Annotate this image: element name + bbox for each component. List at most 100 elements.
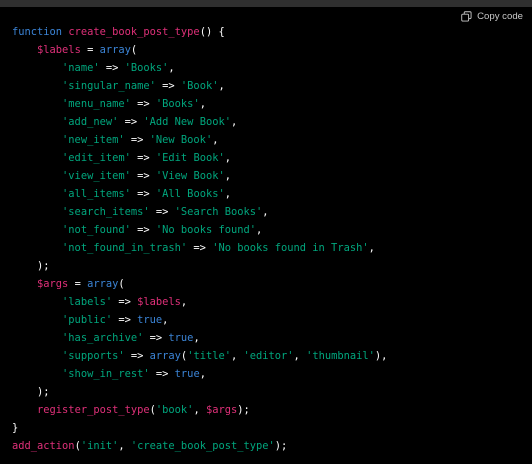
copy-code-label: Copy code [477,11,523,22]
code-line: 'edit_item' => 'Edit Book', [12,149,387,167]
code-token: , [199,98,206,110]
code-token: => [130,152,156,164]
code-line: 'has_archive' => true, [12,329,387,347]
code-token: 'show_in_rest' [62,368,150,380]
code-token: 'Books' [155,98,200,110]
code-block: Copy code function create_book_post_type… [0,0,532,464]
code-line: ); [12,257,387,275]
copy-code-button[interactable]: Copy code [461,11,523,22]
code-token: => [124,350,150,362]
code-token: 'Edit Book' [155,152,225,164]
code-token: 'editor' [243,350,294,362]
code-token: ), [374,350,388,362]
code-token: array [87,278,119,290]
code-token: 'not_found_in_trash' [62,242,188,254]
code-token: , [293,350,307,362]
code-token: , [368,242,375,254]
code-token: 'view_item' [62,170,131,182]
code-token: , [224,170,231,182]
code-token: 'name' [62,62,100,74]
code-token: ( [118,278,125,290]
code-token: => [130,224,156,236]
code-line: 'name' => 'Books', [12,59,387,77]
code-token: , [230,350,244,362]
code-token: => [124,134,150,146]
code-token: => [130,170,156,182]
code-content: function create_book_post_type() { $labe… [12,23,387,455]
code-token: 'Search Books' [174,206,263,218]
code-line: register_post_type('book', $args); [12,401,387,419]
code-token: $args [205,404,238,416]
code-token: 'add_new' [62,116,119,128]
code-token: => [187,242,213,254]
code-token: () { [199,26,225,38]
code-token: array [149,350,181,362]
code-token: register_post_type [37,404,150,416]
code-token: => [112,296,138,308]
code-token: => [143,332,169,344]
code-token: 'singular_name' [62,80,156,92]
code-token: add_action [12,440,75,452]
code-line: 'not_found' => 'No books found', [12,221,387,239]
code-token: , [230,116,238,128]
code-token: 'Add New Book' [143,116,231,128]
code-token: => [99,62,125,74]
code-token: ); [274,440,288,452]
code-token: $labels [37,44,81,56]
code-token: 'All Books' [155,188,225,200]
code-token: 'create_book_post_type' [130,440,275,452]
code-token: => [130,188,156,200]
code-token: true [137,314,163,326]
code-token: => [118,116,144,128]
code-line: 'singular_name' => 'Book', [12,77,387,95]
code-token: , [224,152,231,164]
code-token: 'all_items' [62,188,131,200]
code-token: => [112,314,138,326]
code-token: 'New Book' [149,134,213,146]
code-token: 'No books found' [155,224,256,236]
code-token: ); [237,404,250,416]
code-token: , [256,224,263,236]
code-token: 'labels' [62,296,113,308]
code-block-header [0,0,532,7]
code-line: 'view_item' => 'View Book', [12,167,387,185]
code-token: ); [37,260,50,272]
code-token: 'title' [187,350,231,362]
code-token: true [168,332,194,344]
code-token: 'menu_name' [62,98,131,110]
code-line: 'new_item' => 'New Book', [12,131,387,149]
code-token: , [199,368,206,380]
code-token: , [118,440,131,452]
copy-icon [461,11,472,22]
code-token: 'new_item' [62,134,125,146]
code-token: 'edit_item' [62,152,131,164]
code-token: array [99,44,131,56]
code-line: add_action('init', 'create_book_post_typ… [12,437,387,455]
code-token: = [68,278,88,290]
code-token: , [218,80,225,92]
code-token: => [149,206,175,218]
code-line: 'show_in_rest' => true, [12,365,387,383]
code-token: function [12,26,63,38]
code-line: function create_book_post_type() { [12,23,387,41]
code-line: ); [12,383,387,401]
code-token: ); [37,386,50,398]
